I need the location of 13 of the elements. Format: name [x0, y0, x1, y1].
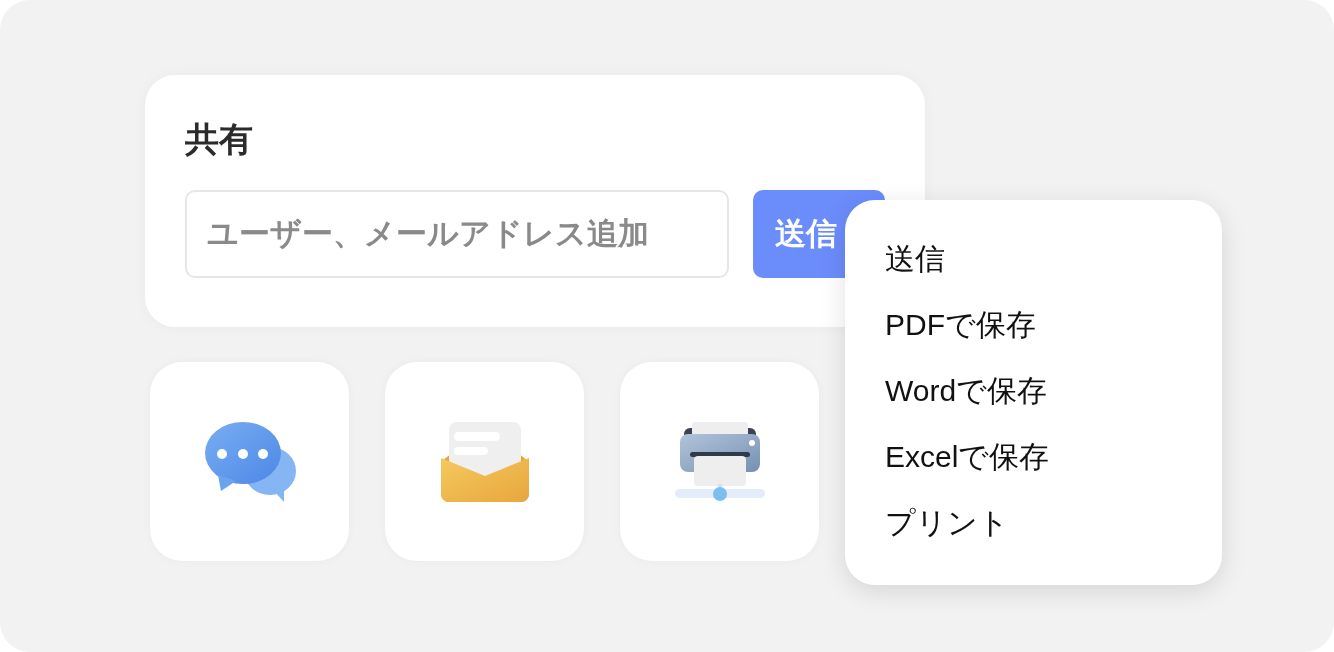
envelope-icon [440, 421, 529, 502]
mail-share-button[interactable] [385, 362, 584, 561]
menu-item[interactable]: Wordで保存 [885, 357, 1048, 423]
menu-item[interactable]: PDFで保存 [885, 291, 1036, 357]
chat-share-button[interactable] [150, 362, 349, 561]
print-share-button[interactable] [620, 362, 819, 561]
menu-item[interactable]: Excelで保存 [885, 423, 1050, 489]
menu-item[interactable]: 送信 [885, 225, 945, 291]
recipient-input[interactable]: ユーザー、メールアドレス追加 [185, 190, 729, 278]
chat-bubbles-icon [203, 420, 296, 503]
share-title: 共有 [185, 119, 253, 159]
printer-icon [674, 421, 765, 502]
menu-item[interactable]: プリント [885, 489, 1009, 555]
